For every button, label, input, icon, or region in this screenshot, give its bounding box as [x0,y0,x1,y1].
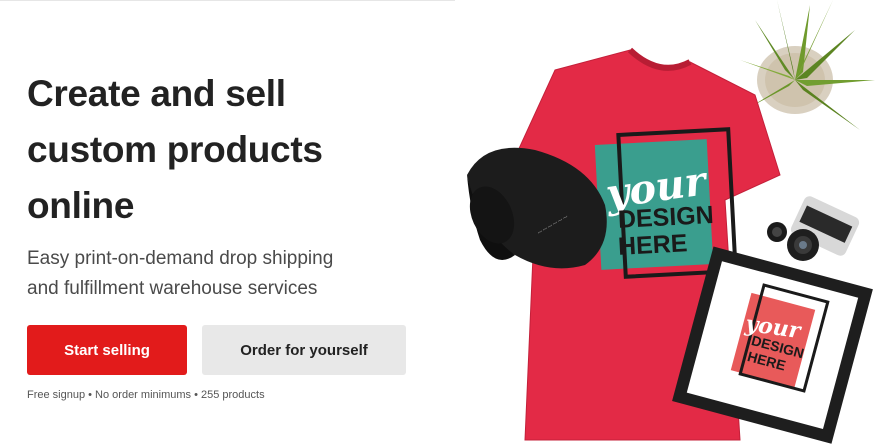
tshirt-design-word: HERE [617,229,688,261]
signup-info-text: Free signup • No order minimums • 255 pr… [27,389,265,401]
hero-headline: Create and sell custom products online [27,66,427,234]
order-for-yourself-button[interactable]: Order for yourself [202,325,406,375]
headline-line: custom products [27,129,323,170]
hero-product-image: your DESIGN HERE ~~~~~~ your DESIGN HERE [455,0,895,445]
hero-text: Create and sell custom products online E… [27,66,427,304]
hero-subheadline: Easy print-on-demand drop shipping and f… [27,244,427,304]
headline-line: online [27,185,135,226]
start-selling-button[interactable]: Start selling [27,325,187,375]
subhead-line: and fulfillment warehouse services [27,278,318,299]
subhead-line: Easy print-on-demand drop shipping [27,248,334,269]
headline-line: Create and sell [27,73,286,114]
tshirt-design-word: DESIGN [617,201,714,234]
